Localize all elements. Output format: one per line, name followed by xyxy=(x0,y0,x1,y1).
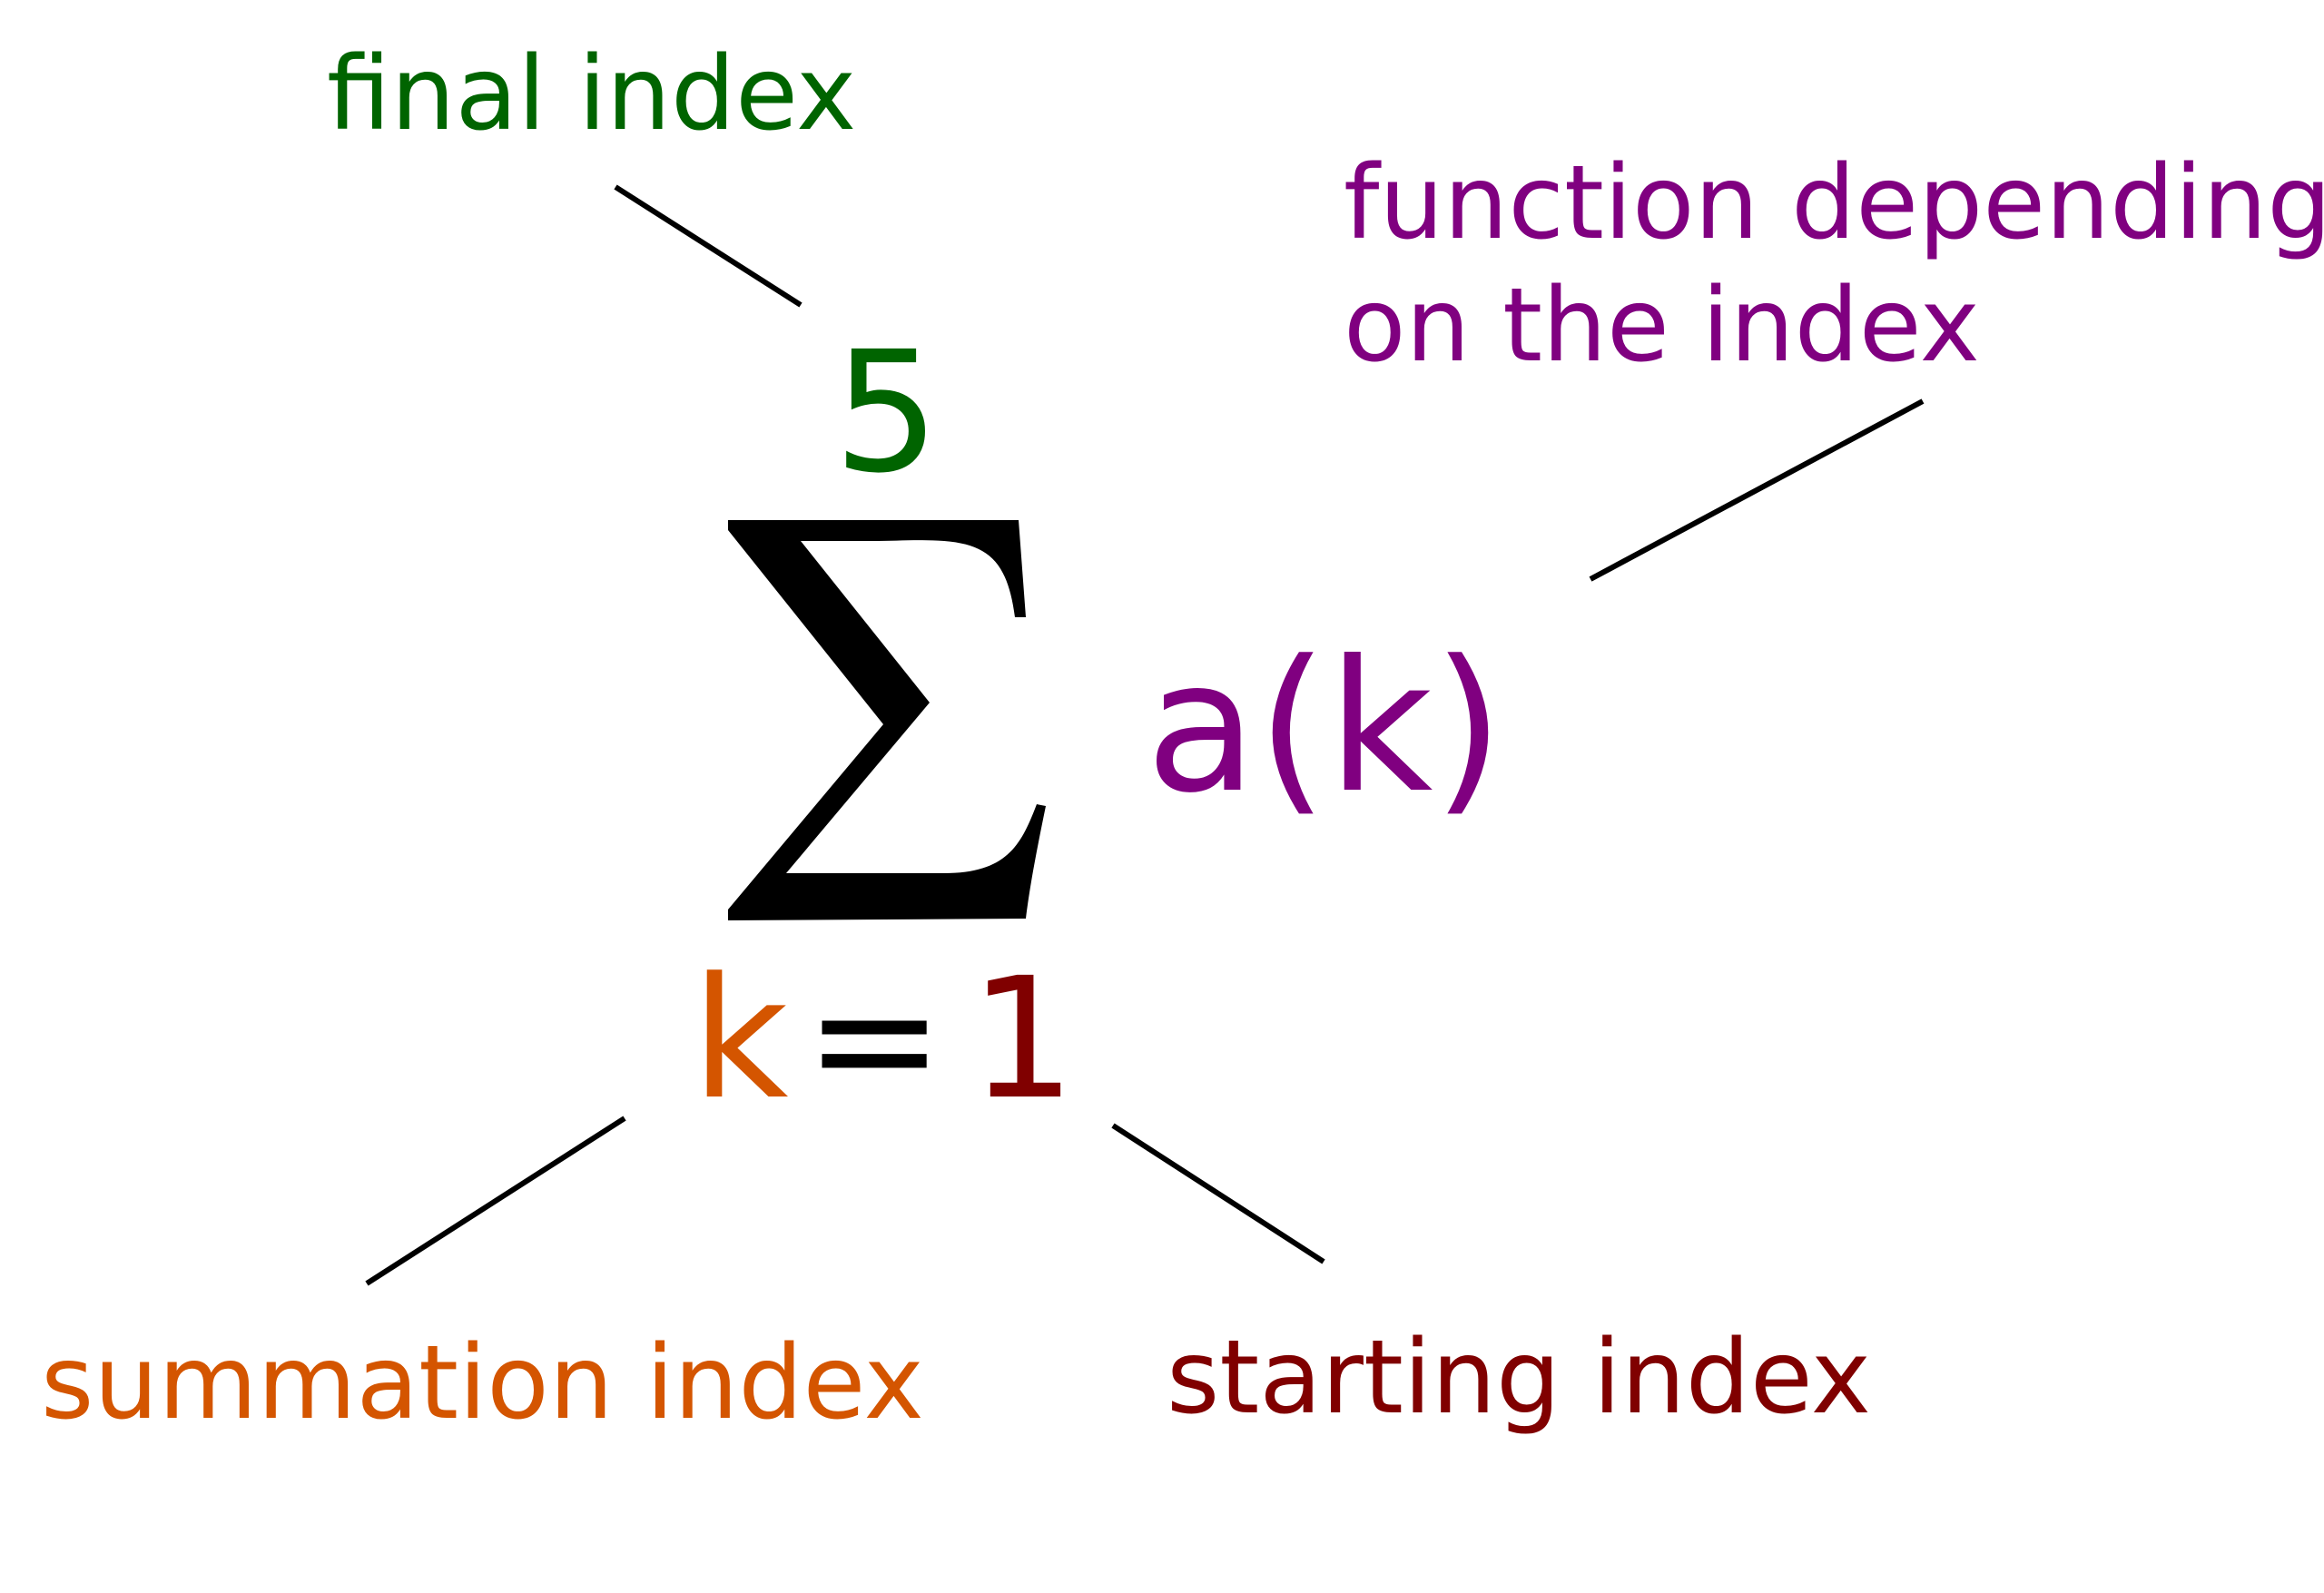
starting-index-leader-line xyxy=(1111,1123,1325,1264)
equals-sign: = xyxy=(804,942,944,1136)
summand-term: a(k) xyxy=(1146,622,1503,833)
lower-bound: 1 xyxy=(970,942,1076,1136)
function-leader-line xyxy=(1589,398,1925,582)
final-index-label: final index xyxy=(327,35,856,153)
summation-notation-diagram: final index function depending on the in… xyxy=(41,35,2324,1442)
starting-index-label: starting index xyxy=(1167,1319,1871,1437)
upper-bound: 5 xyxy=(833,316,940,510)
index-variable: k xyxy=(692,942,789,1136)
function-label-line2: on the index xyxy=(1344,267,1980,385)
function-label-line1: function depending xyxy=(1344,144,2324,262)
sigma-symbol xyxy=(728,520,1046,920)
final-index-leader-line xyxy=(614,184,803,308)
summation-index-label: summation index xyxy=(41,1324,924,1442)
summation-index-leader-line xyxy=(365,1116,626,1286)
